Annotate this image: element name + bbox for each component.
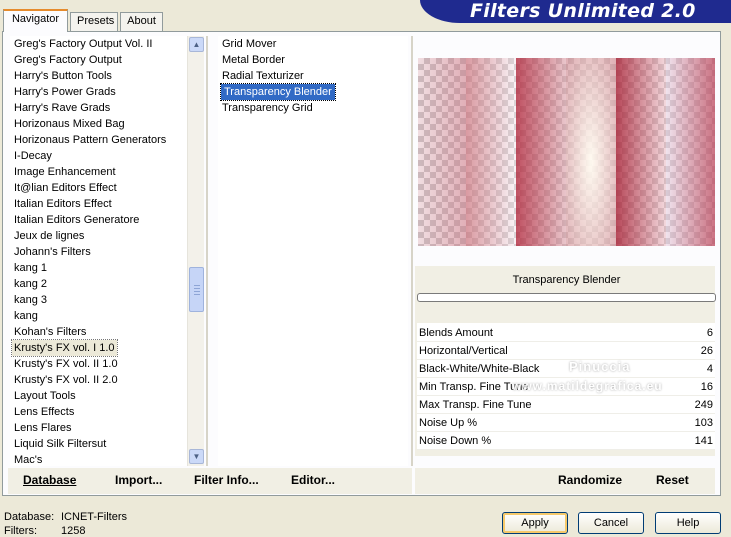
randomize-button[interactable]: Randomize: [558, 473, 622, 487]
scroll-thumb[interactable]: [189, 267, 204, 312]
scroll-up-icon[interactable]: ▲: [189, 37, 204, 52]
progress-bar: [417, 293, 716, 302]
category-item[interactable]: Image Enhancement: [14, 164, 116, 180]
category-item[interactable]: Lens Flares: [14, 420, 71, 436]
filter-item[interactable]: Metal Border: [222, 52, 285, 68]
import-button[interactable]: Import...: [115, 473, 162, 487]
category-item[interactable]: Liquid Silk Filtersut: [14, 436, 106, 452]
filters-label: Filters:: [4, 525, 37, 537]
scroll-down-icon[interactable]: ▼: [189, 449, 204, 464]
category-item[interactable]: Harry's Rave Grads: [14, 100, 110, 116]
parameter-label: Noise Up %: [419, 417, 478, 429]
category-item[interactable]: Harry's Power Grads: [14, 84, 116, 100]
parameter-slider[interactable]: Noise Down % 141: [417, 432, 715, 450]
reset-button[interactable]: Reset: [656, 473, 689, 487]
filter-list[interactable]: Grid Mover Metal Border Radial Texturizer T…: [218, 36, 408, 466]
filter-info-button[interactable]: Filter Info...: [194, 473, 259, 487]
preview-filter-name: Transparency Blender: [512, 274, 621, 286]
parameter-slider[interactable]: Noise Up % 103: [417, 414, 715, 432]
category-item[interactable]: Horizonaus Pattern Generators: [14, 132, 166, 148]
tab-about[interactable]: About: [120, 12, 163, 31]
divider: [206, 36, 208, 466]
database-button[interactable]: Database: [23, 473, 76, 487]
filter-item[interactable]: Radial Texturizer: [222, 68, 304, 84]
category-item[interactable]: Greg's Factory Output Vol. II: [14, 36, 152, 52]
category-item[interactable]: Krusty's FX vol. I 1.0: [11, 339, 118, 357]
apply-button[interactable]: Apply: [502, 512, 568, 534]
category-item[interactable]: kang 2: [14, 276, 47, 292]
parameter-divider: [417, 449, 715, 450]
editor-button[interactable]: Editor...: [291, 473, 335, 487]
parameter-value: 16: [700, 381, 713, 393]
category-item[interactable]: Italian Editors Generatore: [14, 212, 139, 228]
banner-title: Filters Unlimited 2.0: [470, 0, 696, 22]
parameter-value: 249: [694, 399, 713, 411]
filters-count: 1258: [61, 525, 86, 537]
watermark-line1: Pinuccia: [569, 359, 631, 374]
parameter-value: 103: [694, 417, 713, 429]
filter-item[interactable]: Grid Mover: [222, 36, 276, 52]
parameter-slider[interactable]: Max Transp. Fine Tune 249: [417, 396, 715, 414]
category-item[interactable]: Lens Effects: [14, 404, 74, 420]
parameter-value: 26: [700, 345, 713, 357]
category-list[interactable]: Greg's Factory Output Vol. II Greg's Fact…: [10, 36, 188, 466]
parameter-label: Horizontal/Vertical: [419, 345, 508, 357]
category-item[interactable]: Harry's Button Tools: [14, 68, 112, 84]
database-value: ICNET-Filters: [61, 511, 127, 523]
category-scrollbar[interactable]: ▲ ▼: [187, 36, 204, 466]
parameter-label: Blends Amount: [419, 327, 493, 339]
parameter-label: Black-White/White-Black: [419, 363, 540, 375]
parameter-label: Noise Down %: [419, 435, 492, 447]
tab-navigator[interactable]: Navigator: [3, 9, 68, 32]
help-button[interactable]: Help: [655, 512, 721, 534]
parameter-slider[interactable]: Horizontal/Vertical 26: [417, 342, 715, 360]
filter-item[interactable]: Transparency Grid: [222, 100, 313, 116]
parameter-value: 4: [706, 363, 713, 375]
category-item[interactable]: I-Decay: [14, 148, 52, 164]
category-item[interactable]: Italian Editors Effect: [14, 196, 112, 212]
category-item[interactable]: Layout Tools: [14, 388, 76, 404]
tab-presets[interactable]: Presets: [70, 12, 118, 31]
category-item[interactable]: kang 3: [14, 292, 47, 308]
category-item[interactable]: It@lian Editors Effect: [14, 180, 117, 196]
category-item[interactable]: Kohan's Filters: [14, 324, 86, 340]
category-item[interactable]: kang: [14, 308, 38, 324]
parameter-value: 141: [694, 435, 713, 447]
parameter-label: Max Transp. Fine Tune: [419, 399, 532, 411]
parameter-slider[interactable]: Black-White/White-Black 4: [417, 360, 715, 378]
category-item[interactable]: Mac's: [14, 452, 42, 466]
category-item[interactable]: kang 1: [14, 260, 47, 276]
preview-image: [418, 58, 715, 246]
category-item[interactable]: Krusty's FX vol. II 2.0: [14, 372, 118, 388]
category-item[interactable]: Jeux de lignes: [14, 228, 84, 244]
category-item[interactable]: Johann's Filters: [14, 244, 91, 260]
database-label: Database:: [4, 511, 55, 523]
parameter-slider[interactable]: Blends Amount 6: [417, 324, 715, 342]
watermark-line2: www.matildegrafica.eu: [512, 379, 663, 393]
divider: [411, 36, 413, 466]
category-item[interactable]: Greg's Factory Output: [14, 52, 122, 68]
category-item[interactable]: Horizonaus Mixed Bag: [14, 116, 125, 132]
filter-item[interactable]: Transparency Blender: [220, 83, 336, 101]
cancel-button[interactable]: Cancel: [578, 512, 644, 534]
category-item[interactable]: Krusty's FX vol. II 1.0: [14, 356, 118, 372]
parameter-value: 6: [706, 327, 713, 339]
